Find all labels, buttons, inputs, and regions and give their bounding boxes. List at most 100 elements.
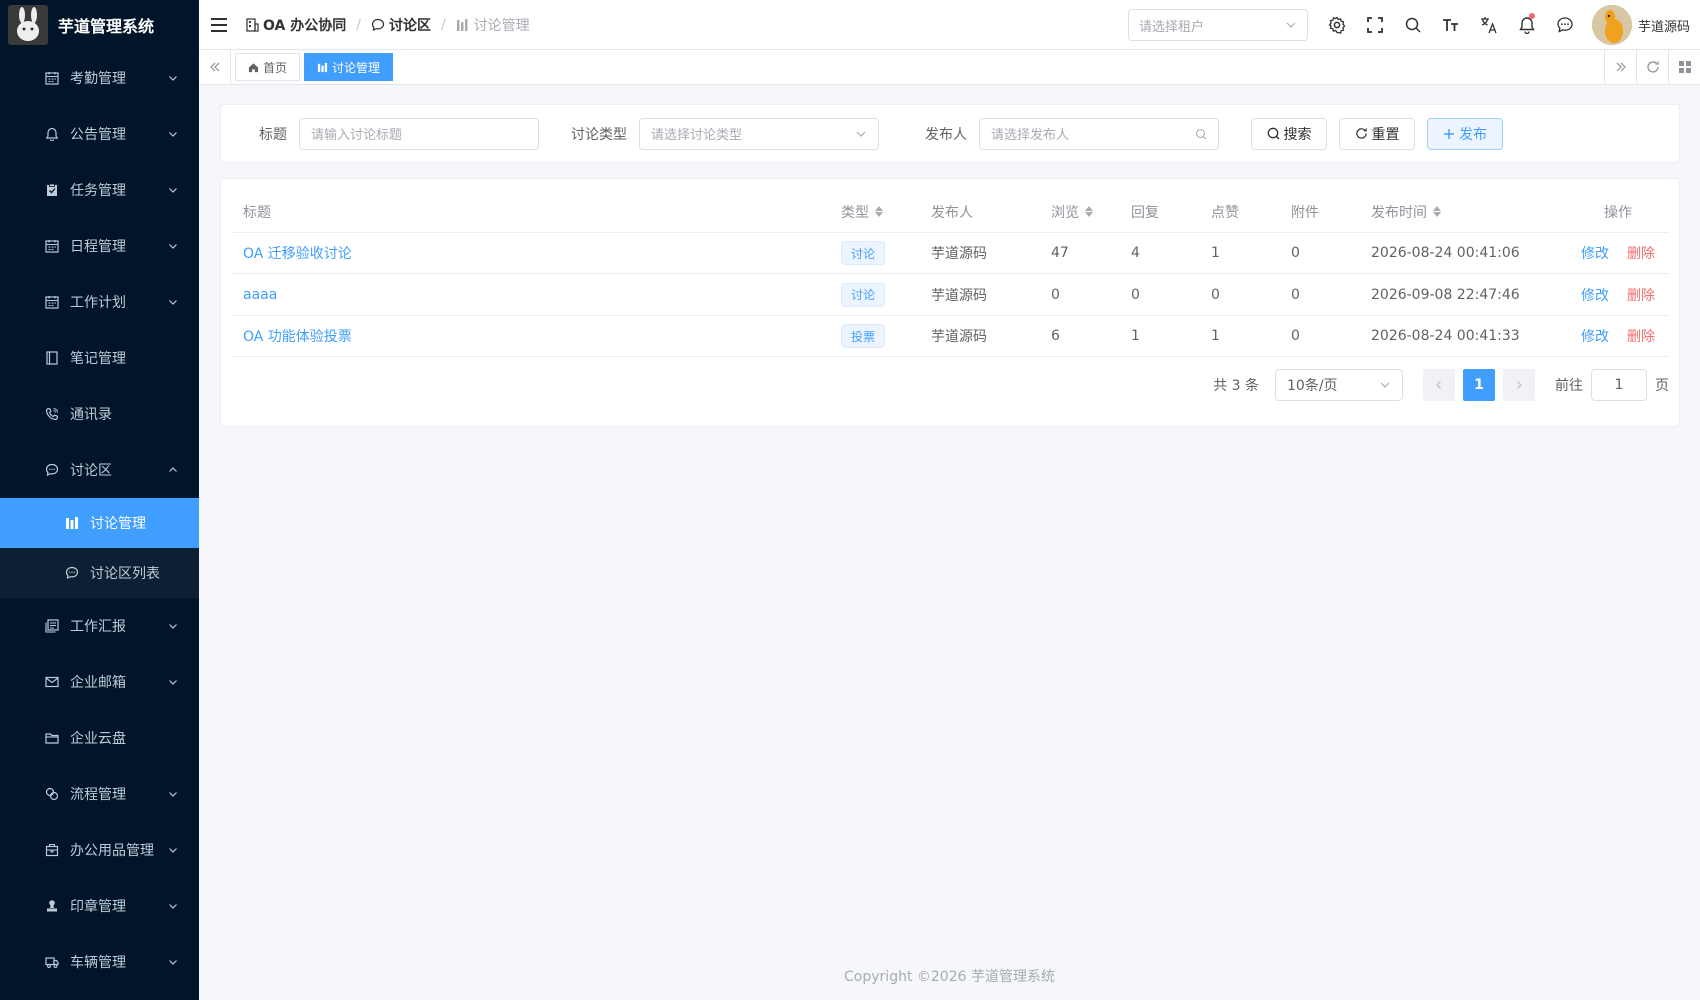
- next-page-button[interactable]: [1503, 369, 1535, 401]
- user-menu[interactable]: 芋道源码: [1591, 5, 1690, 45]
- chevron-down-icon: [167, 620, 179, 632]
- publish-button[interactable]: 发布: [1427, 117, 1503, 150]
- discussion-title-link[interactable]: aaaa: [243, 287, 277, 303]
- search-button[interactable]: 搜索: [1251, 117, 1327, 150]
- chevron-down-icon: [167, 296, 179, 308]
- tag-discussion-management[interactable]: 讨论管理: [304, 53, 394, 81]
- folder-icon: [44, 730, 60, 746]
- cell-type: 讨论: [829, 241, 919, 265]
- message-icon[interactable]: [1546, 0, 1584, 50]
- search-icon: [1267, 127, 1279, 140]
- delete-button[interactable]: 删除: [1627, 326, 1655, 346]
- cell-title: OA 功能体验投票: [231, 326, 829, 346]
- column-header-views[interactable]: 浏览: [1039, 202, 1119, 222]
- sort-icon[interactable]: [875, 206, 883, 217]
- refresh-icon[interactable]: [1636, 50, 1668, 84]
- cell-publish-time: 2026-08-24 00:41:33: [1371, 328, 1520, 344]
- notification-bell-icon[interactable]: [1508, 0, 1546, 50]
- sidebar-item-13[interactable]: 流程管理: [0, 766, 199, 822]
- column-header-type[interactable]: 类型: [829, 202, 919, 222]
- cell-views: 47: [1051, 245, 1069, 261]
- font-size-icon[interactable]: [1432, 0, 1470, 50]
- refresh-icon: [1355, 128, 1367, 139]
- sidebar-item-8[interactable]: 讨论管理: [0, 498, 199, 548]
- type-select[interactable]: 请选择讨论类型: [639, 117, 879, 150]
- discussion-title-link[interactable]: OA 迁移验收讨论: [243, 243, 352, 263]
- search-form: 标题 请输入讨论标题 讨论类型 请选择讨论类型 发布人 请选择发布人 搜索 重置…: [220, 104, 1680, 163]
- pagination: 共 3 条 10条/页 1 前往 1 页: [1213, 369, 1669, 401]
- hamburger-icon[interactable]: [199, 0, 239, 50]
- grid-menu-icon[interactable]: [1668, 50, 1700, 84]
- column-header-attachments: 附件: [1291, 204, 1319, 221]
- delete-button[interactable]: 删除: [1627, 243, 1655, 263]
- sidebar-item-label: 考勤管理: [70, 71, 126, 87]
- breadcrumb-item-forum[interactable]: 讨论区: [371, 15, 431, 35]
- discussion-title-link[interactable]: OA 功能体验投票: [243, 326, 352, 346]
- plus-icon: [1444, 128, 1454, 139]
- scroll-left-icon[interactable]: [199, 50, 231, 84]
- calendar-icon: [44, 294, 60, 310]
- edit-button[interactable]: 修改: [1581, 285, 1609, 305]
- search-icon: [1195, 128, 1207, 139]
- sidebar-item-2[interactable]: 任务管理: [0, 162, 199, 218]
- title-label: 标题: [259, 126, 287, 143]
- fullscreen-icon[interactable]: [1356, 0, 1394, 50]
- cell-actions: 修改 删除: [1555, 285, 1669, 305]
- mail-icon: [44, 674, 60, 690]
- task-icon: [44, 182, 60, 198]
- tenant-select[interactable]: 请选择租户: [1127, 9, 1308, 41]
- notebook-icon: [44, 350, 60, 366]
- box-icon: [44, 842, 60, 858]
- search-icon[interactable]: [1394, 0, 1432, 50]
- sidebar-item-11[interactable]: 企业邮箱: [0, 654, 199, 710]
- prev-page-button[interactable]: [1423, 369, 1455, 401]
- tag-home[interactable]: 首页: [235, 53, 301, 81]
- sidebar-item-4[interactable]: 工作计划: [0, 274, 199, 330]
- breadcrumb-item-oa[interactable]: OA 办公协同: [245, 15, 346, 35]
- logo[interactable]: 芋道管理系统: [0, 0, 199, 50]
- user-name: 芋道源码: [1637, 19, 1690, 35]
- sidebar-item-9[interactable]: 讨论区列表: [0, 548, 199, 598]
- publisher-select[interactable]: 请选择发布人: [979, 117, 1219, 150]
- column-header-time[interactable]: 发布时间: [1359, 202, 1555, 222]
- chevron-down-icon: [167, 184, 179, 196]
- sort-icon[interactable]: [1085, 206, 1093, 217]
- delete-button[interactable]: 删除: [1627, 285, 1655, 305]
- chevron-up-icon: [167, 464, 179, 476]
- translate-icon[interactable]: [1470, 0, 1508, 50]
- sidebar-item-12[interactable]: 企业云盘: [0, 710, 199, 766]
- cell-actions: 修改 删除: [1555, 243, 1669, 263]
- avatar: [1591, 5, 1632, 45]
- sidebar-item-15[interactable]: 印章管理: [0, 878, 199, 934]
- edit-button[interactable]: 修改: [1581, 243, 1609, 263]
- report-icon: [44, 618, 60, 634]
- chart-icon: [317, 62, 328, 72]
- cell-type: 投票: [829, 324, 919, 348]
- edit-button[interactable]: 修改: [1581, 326, 1609, 346]
- sidebar-item-label: 流程管理: [70, 787, 126, 803]
- scroll-right-icon[interactable]: [1604, 50, 1636, 84]
- column-header-publisher: 发布人: [931, 204, 973, 221]
- sidebar-item-1[interactable]: 公告管理: [0, 106, 199, 162]
- column-header-title: 标题: [243, 204, 271, 221]
- page-button-current[interactable]: 1: [1463, 369, 1495, 401]
- top-right-tools: 请选择租户 芋道源码: [1127, 0, 1690, 50]
- page-size-select[interactable]: 10条/页: [1275, 369, 1403, 401]
- breadcrumb-separator: /: [356, 16, 361, 33]
- title-input[interactable]: 请输入讨论标题: [299, 117, 539, 150]
- sidebar-item-14[interactable]: 办公用品管理: [0, 822, 199, 878]
- sidebar-item-7[interactable]: 讨论区: [0, 442, 199, 498]
- sidebar-item-5[interactable]: 笔记管理: [0, 330, 199, 386]
- table-row: OA 功能体验投票 投票 芋道源码 6 1 1 0 2026-08-24 00:41:33 修改…: [231, 316, 1669, 357]
- sidebar-item-10[interactable]: 工作汇报: [0, 598, 199, 654]
- reset-button[interactable]: 重置: [1339, 117, 1415, 150]
- page-jump-input[interactable]: 1: [1591, 369, 1647, 401]
- sidebar-item-3[interactable]: 日程管理: [0, 218, 199, 274]
- sidebar-item-6[interactable]: 通讯录: [0, 386, 199, 442]
- sidebar-item-0[interactable]: 考勤管理: [0, 50, 199, 106]
- sort-icon[interactable]: [1433, 206, 1441, 217]
- chat-icon: [44, 462, 60, 478]
- settings-icon[interactable]: [1318, 0, 1356, 50]
- sidebar-item-16[interactable]: 车辆管理: [0, 934, 199, 990]
- cell-replies: 0: [1131, 286, 1140, 303]
